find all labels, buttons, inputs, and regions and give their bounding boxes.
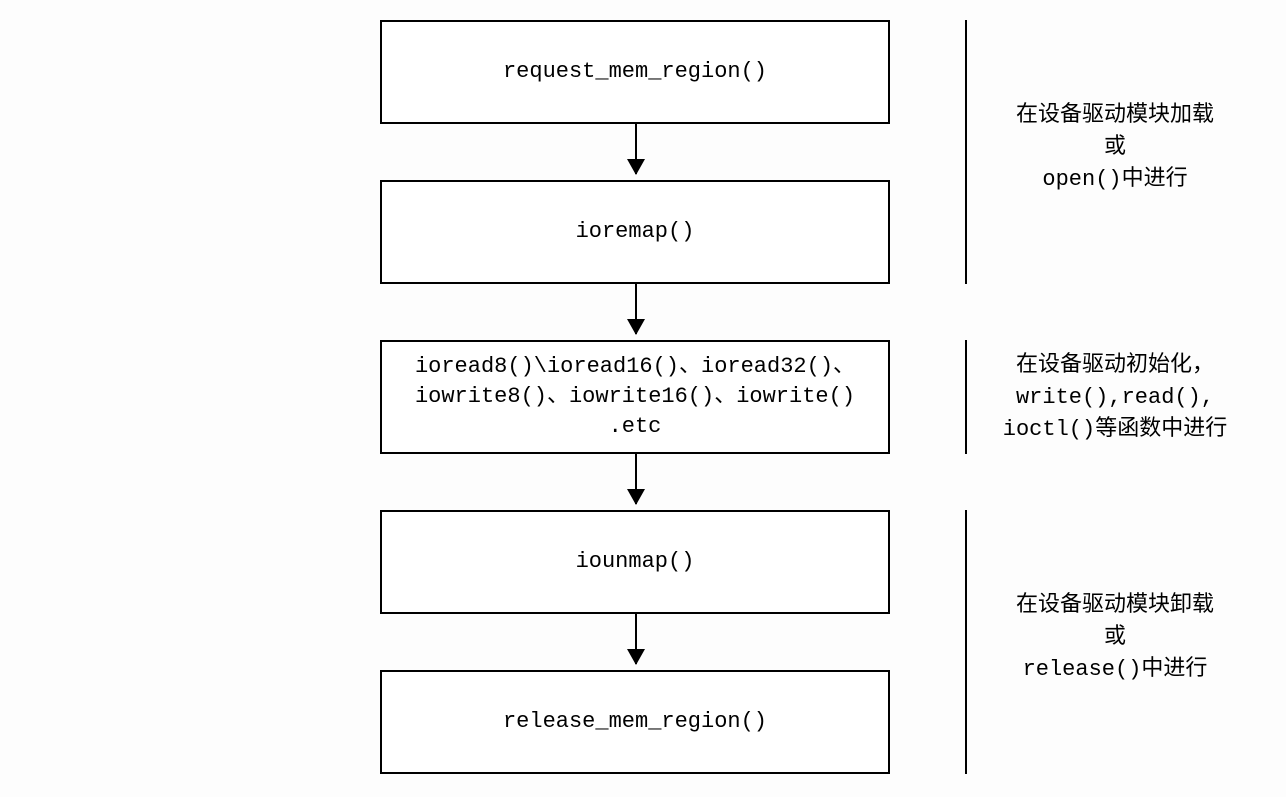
- box-iounmap: iounmap(): [380, 510, 890, 614]
- box-ioread-write: ioread8()\ioread16()、ioread32()、 iowrite…: [380, 340, 890, 454]
- side-rule-2: [965, 340, 967, 454]
- side-rule-1: [965, 20, 967, 284]
- arrow-4: [635, 614, 637, 664]
- arrow-1: [635, 124, 637, 174]
- annotation-rw-ioctl: 在设备驱动初始化， write(),read(), ioctl()等函数中进行: [975, 350, 1255, 446]
- annotation-load-open: 在设备驱动模块加载 或 open()中进行: [985, 100, 1245, 196]
- diagram-canvas: request_mem_region() ioremap() ioread8()…: [0, 0, 1286, 797]
- arrow-3: [635, 454, 637, 504]
- annotation-unload-release: 在设备驱动模块卸载 或 release()中进行: [985, 590, 1245, 686]
- box-ioremap: ioremap(): [380, 180, 890, 284]
- side-rule-3: [965, 510, 967, 774]
- box-request-mem-region: request_mem_region(): [380, 20, 890, 124]
- box-release-mem-region: release_mem_region(): [380, 670, 890, 774]
- arrow-2: [635, 284, 637, 334]
